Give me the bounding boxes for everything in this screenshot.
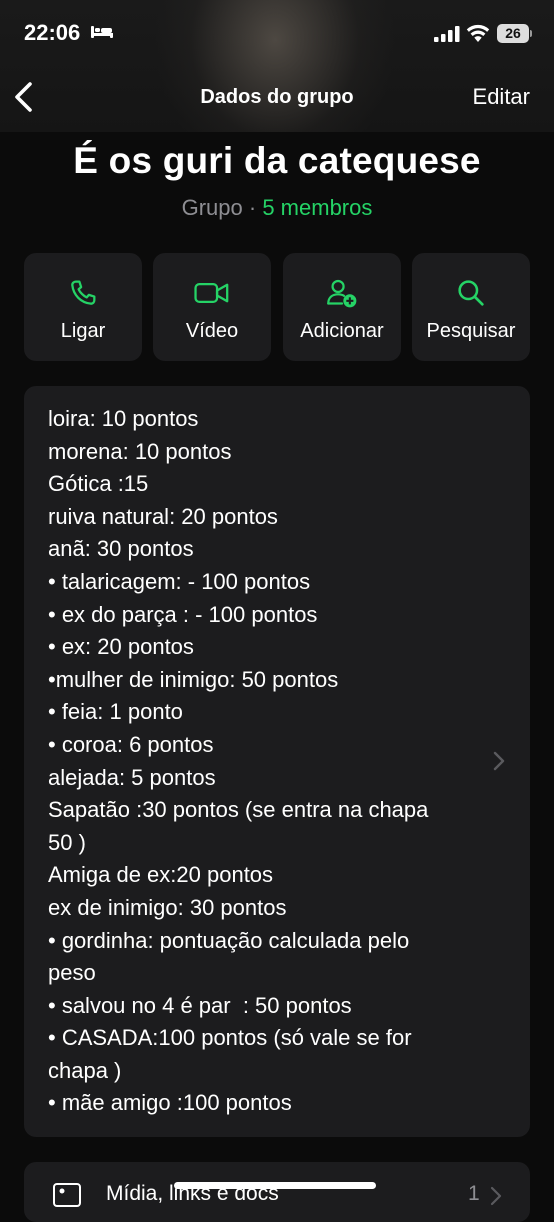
call-button[interactable]: Ligar xyxy=(24,253,142,361)
status-bar: 22:06 26 xyxy=(0,0,554,66)
phone-icon xyxy=(71,280,96,305)
photo-icon xyxy=(53,1183,81,1207)
home-indicator[interactable] xyxy=(174,1182,376,1189)
sleep-bed-icon xyxy=(91,26,113,38)
video-label: Vídeo xyxy=(185,320,239,342)
group-type: Grupo xyxy=(181,195,243,220)
signal-icon xyxy=(434,26,460,42)
video-button[interactable]: Vídeo xyxy=(153,253,271,361)
edit-button[interactable]: Editar xyxy=(473,84,530,110)
add-member-button[interactable]: Adicionar xyxy=(283,253,401,361)
search-label: Pesquisar xyxy=(426,320,516,342)
subtitle-separator: · xyxy=(242,195,263,220)
search-button[interactable]: Pesquisar xyxy=(412,253,530,361)
navigation-bar: Dados do grupo Editar xyxy=(0,66,554,128)
search-icon xyxy=(458,280,484,306)
group-name: É os guri da catequese xyxy=(73,140,481,181)
media-links-docs-row[interactable]: Mídia, links e docs 1 xyxy=(24,1162,530,1222)
group-description-text: loira: 10 pontos morena: 10 pontos Gótic… xyxy=(48,406,429,1116)
status-time: 22:06 xyxy=(24,20,81,45)
page-title: Dados do grupo xyxy=(200,86,354,108)
battery-tip xyxy=(530,30,532,37)
members-link[interactable]: 5 membros xyxy=(262,195,372,220)
video-icon xyxy=(194,282,229,304)
media-count: 1 xyxy=(468,1182,480,1205)
wifi-icon xyxy=(466,24,490,42)
group-subtitle: Grupo · 5 membros xyxy=(0,195,554,221)
chevron-right-icon xyxy=(493,751,505,771)
media-chevron-right-icon xyxy=(490,1186,502,1206)
call-label: Ligar xyxy=(60,320,106,342)
add-person-icon xyxy=(327,279,357,308)
battery-indicator: 26 xyxy=(497,24,529,43)
add-member-label: Adicionar xyxy=(300,320,384,342)
group-description-card[interactable]: loira: 10 pontos morena: 10 pontos Gótic… xyxy=(24,386,530,1137)
action-buttons: Ligar Vídeo Adicionar Pesquisar xyxy=(24,253,530,361)
